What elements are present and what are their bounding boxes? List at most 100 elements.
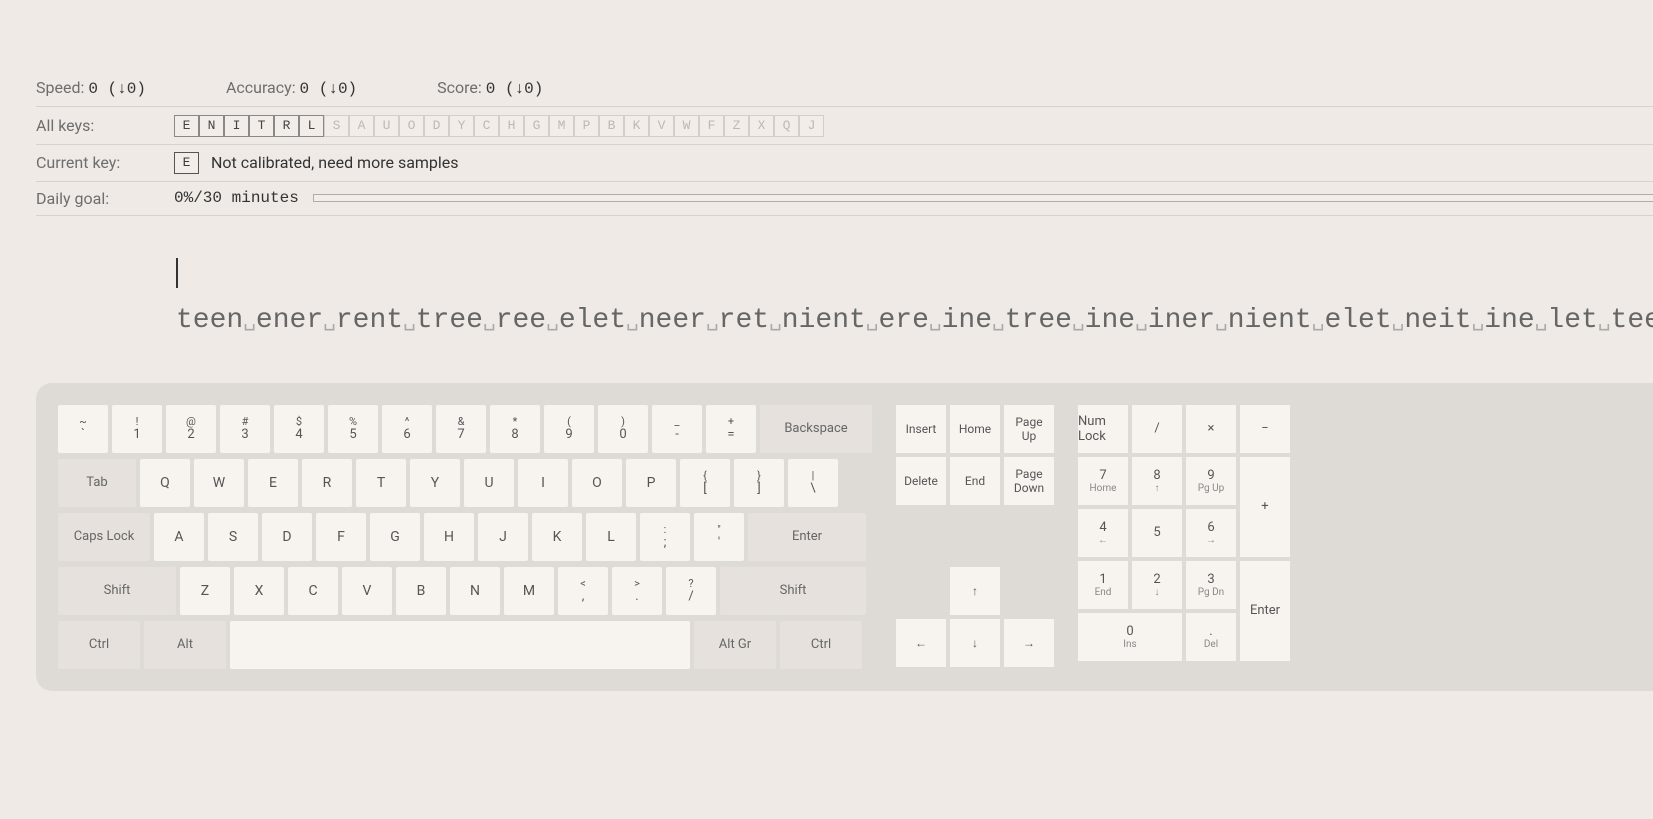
key[interactable]: W <box>194 459 244 507</box>
key[interactable]: R <box>302 459 352 507</box>
key-chip[interactable]: M <box>549 115 574 137</box>
key-chip[interactable]: C <box>474 115 499 137</box>
numpad-multiply-key[interactable]: × <box>1186 405 1236 453</box>
key-chip[interactable]: P <box>574 115 599 137</box>
numpad-7-key[interactable]: 7Home <box>1078 457 1128 505</box>
alt-key[interactable]: Alt <box>144 621 226 669</box>
key-chip[interactable]: E <box>174 115 199 137</box>
key-chip[interactable]: A <box>349 115 374 137</box>
key-chip[interactable]: R <box>274 115 299 137</box>
key[interactable]: %5 <box>328 405 378 453</box>
key[interactable]: &7 <box>436 405 486 453</box>
key[interactable]: *8 <box>490 405 540 453</box>
key[interactable]: <, <box>558 567 608 615</box>
key-chip[interactable]: J <box>799 115 824 137</box>
key-chip[interactable]: G <box>524 115 549 137</box>
key[interactable]: E <box>248 459 298 507</box>
key[interactable]: P <box>626 459 676 507</box>
key[interactable]: (9 <box>544 405 594 453</box>
key[interactable]: S <box>208 513 258 561</box>
shift-left-key[interactable]: Shift <box>58 567 176 615</box>
key[interactable]: H <box>424 513 474 561</box>
numpad-2-key[interactable]: 2↓ <box>1132 561 1182 609</box>
numpad-5-key[interactable]: 5 <box>1132 509 1182 557</box>
key[interactable]: |\ <box>788 459 838 507</box>
altgr-key[interactable]: Alt Gr <box>694 621 776 669</box>
key[interactable]: Z <box>180 567 230 615</box>
ctrl-right-key[interactable]: Ctrl <box>780 621 862 669</box>
key[interactable]: F <box>316 513 366 561</box>
pgup-key[interactable]: Page Up <box>1004 405 1054 453</box>
end-key[interactable]: End <box>950 457 1000 505</box>
key-chip[interactable]: Y <box>449 115 474 137</box>
numpad-enter-key[interactable]: Enter <box>1240 561 1290 661</box>
key-chip[interactable]: Q <box>774 115 799 137</box>
key[interactable]: :; <box>640 513 690 561</box>
key[interactable]: K <box>532 513 582 561</box>
tab-key[interactable]: Tab <box>58 459 136 507</box>
key[interactable]: O <box>572 459 622 507</box>
insert-key[interactable]: Insert <box>896 405 946 453</box>
numpad-4-key[interactable]: 4← <box>1078 509 1128 557</box>
typing-text[interactable]: teen␣ener␣rent␣tree␣ree␣elet␣neer␣ret␣ni… <box>36 256 1653 343</box>
numpad-divide-key[interactable]: / <box>1132 405 1182 453</box>
key-chip[interactable]: F <box>699 115 724 137</box>
key[interactable]: Y <box>410 459 460 507</box>
key[interactable]: !1 <box>112 405 162 453</box>
key[interactable]: N <box>450 567 500 615</box>
numpad-6-key[interactable]: 6→ <box>1186 509 1236 557</box>
key[interactable]: $4 <box>274 405 324 453</box>
key[interactable]: B <box>396 567 446 615</box>
key-chip[interactable]: Z <box>724 115 749 137</box>
key-chip[interactable]: S <box>324 115 349 137</box>
key-chip[interactable]: I <box>224 115 249 137</box>
key[interactable]: I <box>518 459 568 507</box>
key[interactable]: A <box>154 513 204 561</box>
backspace-key[interactable]: Backspace <box>760 405 872 453</box>
delete-key[interactable]: Delete <box>896 457 946 505</box>
ctrl-key[interactable]: Ctrl <box>58 621 140 669</box>
key[interactable]: M <box>504 567 554 615</box>
numpad-3-key[interactable]: 3Pg Dn <box>1186 561 1236 609</box>
key[interactable]: @2 <box>166 405 216 453</box>
key-chip[interactable]: X <box>749 115 774 137</box>
key[interactable]: ~` <box>58 405 108 453</box>
numpad-1-key[interactable]: 1End <box>1078 561 1128 609</box>
numpad-0-key[interactable]: 0Ins <box>1078 613 1182 661</box>
numpad-8-key[interactable]: 8↑ <box>1132 457 1182 505</box>
key-chip[interactable]: L <box>299 115 324 137</box>
numpad-9-key[interactable]: 9Pg Up <box>1186 457 1236 505</box>
space-key[interactable] <box>230 621 690 669</box>
key[interactable]: U <box>464 459 514 507</box>
key[interactable]: #3 <box>220 405 270 453</box>
key[interactable]: J <box>478 513 528 561</box>
key[interactable]: C <box>288 567 338 615</box>
numlock-key[interactable]: Num Lock <box>1078 405 1128 453</box>
key[interactable]: Q <box>140 459 190 507</box>
home-key[interactable]: Home <box>950 405 1000 453</box>
key[interactable]: )0 <box>598 405 648 453</box>
key[interactable]: ^6 <box>382 405 432 453</box>
key[interactable]: "' <box>694 513 744 561</box>
key-chip[interactable]: D <box>424 115 449 137</box>
key[interactable]: }] <box>734 459 784 507</box>
key[interactable]: _- <box>652 405 702 453</box>
key-chip[interactable]: V <box>649 115 674 137</box>
pgdn-key[interactable]: Page Down <box>1004 457 1054 505</box>
arrow-key[interactable]: ↑ <box>950 567 1000 615</box>
key[interactable]: >. <box>612 567 662 615</box>
key[interactable]: V <box>342 567 392 615</box>
arrow-key[interactable]: ↓ <box>950 619 1000 667</box>
arrow-key[interactable]: ← <box>896 619 946 667</box>
capslock-key[interactable]: Caps Lock <box>58 513 150 561</box>
numpad-dot-key[interactable]: .Del <box>1186 613 1236 661</box>
arrow-key[interactable]: → <box>1004 619 1054 667</box>
key-chip[interactable]: B <box>599 115 624 137</box>
key[interactable]: D <box>262 513 312 561</box>
enter-key[interactable]: Enter <box>748 513 866 561</box>
shift-right-key[interactable]: Shift <box>720 567 866 615</box>
key-chip[interactable]: T <box>249 115 274 137</box>
key[interactable]: += <box>706 405 756 453</box>
numpad-subtract-key[interactable]: − <box>1240 405 1290 453</box>
key-chip[interactable]: H <box>499 115 524 137</box>
